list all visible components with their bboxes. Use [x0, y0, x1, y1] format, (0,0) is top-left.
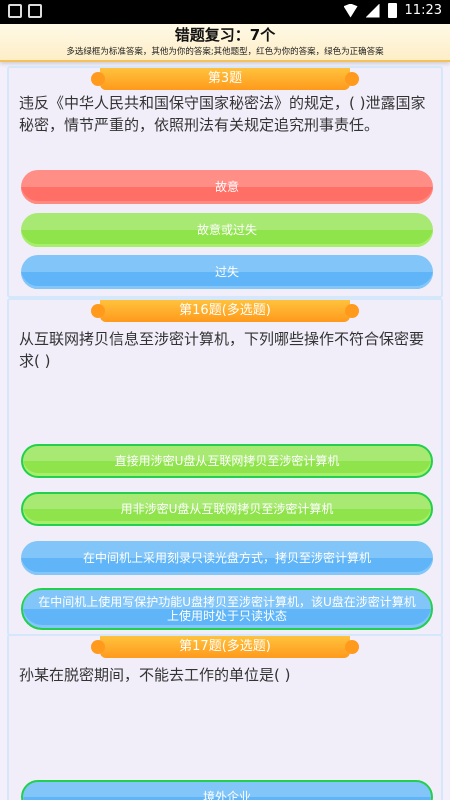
wifi-icon [343, 3, 358, 18]
question-text: 孙某在脱密期间，不能去工作的单位是( ) [19, 666, 291, 684]
option-button[interactable]: 在中间机上使用写保护功能U盘拷贝至涉密计算机，该U盘在涉密计算机上使用时处于只读… [21, 588, 433, 630]
question-number-ribbon: 第16题(多选题) [91, 300, 359, 322]
option-button[interactable]: 故意 [21, 170, 433, 204]
option-button[interactable]: 用非涉密U盘从互联网拷贝至涉密计算机 [21, 492, 433, 526]
option-button[interactable]: 境外企业 [21, 780, 433, 800]
signal-icon [365, 3, 380, 18]
legend-hint: 多选绿框为标准答案，其他为你的答案;其他题型，红色为你的答案，绿色为正确答案 [66, 47, 384, 57]
question-number-ribbon: 第3题 [91, 68, 359, 90]
question-text: 从互联网拷贝信息至涉密计算机，下列哪些操作不符合保密要求( ) [19, 330, 425, 370]
page-title: 错题复习：7个 [174, 26, 276, 44]
question-card: 第3题 违反《中华人民共和国保守国家秘密法》的规定，( )泄露国家秘密，情节严重… [7, 66, 443, 298]
option-button[interactable]: 过失 [21, 255, 433, 289]
question-card: 第17题(多选题) 孙某在脱密期间，不能去工作的单位是( ) 境外企业 [7, 634, 443, 800]
option-button[interactable]: 在中间机上采用刻录只读光盘方式，拷贝至涉密计算机 [21, 541, 433, 575]
image-icon [28, 4, 42, 18]
option-button[interactable]: 故意或过失 [21, 213, 433, 247]
option-button[interactable]: 直接用涉密U盘从互联网拷贝至涉密计算机 [21, 444, 433, 478]
clock: 11:23 [404, 3, 442, 18]
status-bar: 11:23 [0, 0, 450, 24]
question-text: 违反《中华人民共和国保守国家秘密法》的规定，( )泄露国家秘密，情节严重的，依照… [19, 94, 426, 134]
notification-icon [8, 4, 22, 18]
page-header: 错题复习：7个 多选绿框为标准答案，其他为你的答案;其他题型，红色为你的答案，绿… [0, 24, 450, 62]
battery-icon [387, 3, 397, 18]
question-number-ribbon: 第17题(多选题) [91, 636, 359, 658]
question-card: 第16题(多选题) 从互联网拷贝信息至涉密计算机，下列哪些操作不符合保密要求( … [7, 298, 443, 636]
